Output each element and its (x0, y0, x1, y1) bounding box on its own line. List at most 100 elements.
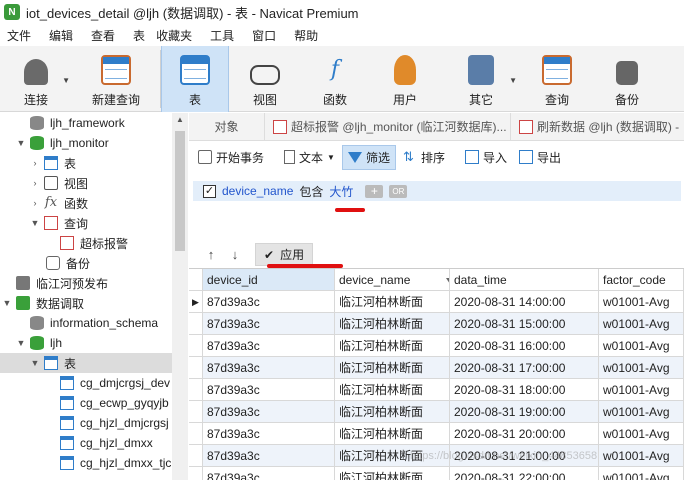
column-header-data-time[interactable]: data_time (450, 269, 599, 291)
function-button[interactable]: f 函数 (301, 46, 369, 112)
chevron-right-icon[interactable]: › (30, 158, 40, 168)
tree-item-connection-linjianghe[interactable]: 临江河预发布 (0, 273, 172, 293)
menu-favorites[interactable]: 收藏夹 (149, 27, 203, 44)
tree-item-backups[interactable]: 备份 (0, 253, 172, 273)
chevron-right-icon[interactable]: › (30, 198, 40, 208)
user-button[interactable]: 用户 (369, 46, 441, 112)
cell-data-time[interactable]: 2020-08-31 20:00:00 (450, 423, 599, 445)
table-button[interactable]: 表 (161, 46, 229, 112)
sidebar-scrollbar[interactable]: ▲ (172, 113, 188, 480)
menu-window[interactable]: 窗口 (245, 27, 287, 44)
connect-button[interactable]: ▼ 连接 (0, 46, 72, 112)
tree-item-ljh[interactable]: ▼ ljh (0, 333, 172, 353)
tree-item-table[interactable]: cg_hjzl_dmjcrgsj (0, 413, 172, 433)
tab-alarm-query[interactable]: 超标报警 @ljh_monitor (临江河数据库)... (265, 112, 511, 141)
row-marker[interactable] (189, 467, 203, 480)
cell-device-id[interactable]: 87d39a3c (203, 423, 335, 445)
table-row[interactable]: 87d39a3c 临江河柏林断面 2020-08-31 15:00:00 w01001… (189, 313, 684, 335)
chevron-down-icon[interactable]: ▼ (16, 138, 26, 148)
text-button[interactable]: 文本 ▼ (279, 146, 340, 169)
cell-device-id[interactable]: 87d39a3c (203, 335, 335, 357)
menu-table[interactable]: 表 (126, 27, 149, 44)
scrollbar-thumb[interactable] (175, 131, 185, 251)
new-query-button[interactable]: 新建查询 (72, 46, 160, 112)
cell-data-time[interactable]: 2020-08-31 19:00:00 (450, 401, 599, 423)
cell-device-name[interactable]: 临江河柏林断面 (335, 313, 450, 335)
filter-enabled-checkbox[interactable]: ✓ (203, 184, 216, 198)
cell-factor-code[interactable]: w01001-Avg (599, 291, 684, 313)
row-marker[interactable] (189, 379, 203, 401)
cell-device-id[interactable]: 87d39a3c (203, 357, 335, 379)
cell-device-id[interactable]: 87d39a3c (203, 401, 335, 423)
tree-item-ljh-tables[interactable]: ▼ 表 (0, 353, 172, 373)
cell-data-time[interactable]: 2020-08-31 18:00:00 (450, 379, 599, 401)
cell-device-name[interactable]: 临江河柏林断面 (335, 379, 450, 401)
cell-device-name[interactable]: 临江河柏林断面 (335, 401, 450, 423)
tree-item-information-schema[interactable]: information_schema (0, 313, 172, 333)
sort-button[interactable]: ⇅ 排序 (398, 146, 450, 169)
tab-refresh-data[interactable]: 刷新数据 @ljh (数据调取) - (511, 113, 684, 141)
cell-factor-code[interactable]: w01001-Avg (599, 357, 684, 379)
chevron-down-icon[interactable]: ▼ (30, 218, 40, 228)
tab-objects[interactable]: 对象 (189, 112, 265, 141)
cell-factor-code[interactable]: w01001-Avg (599, 423, 684, 445)
chevron-right-icon[interactable]: › (30, 178, 40, 188)
cell-device-id[interactable]: 87d39a3c (203, 467, 335, 480)
query-button[interactable]: 查询 (521, 46, 593, 112)
table-row[interactable]: 87d39a3c 临江河柏林断面 2020-08-31 19:00:00 w01001… (189, 401, 684, 423)
chevron-down-icon[interactable]: ▼ (30, 358, 40, 368)
table-row[interactable]: ▶ 87d39a3c 临江河柏林断面 2020-08-31 14:00:00 w0100… (189, 291, 684, 313)
tree-item-views[interactable]: › 视图 (0, 173, 172, 193)
tree-item-queries[interactable]: ▼ 查询 (0, 213, 172, 233)
tree-item-connection-data[interactable]: ▼ 数据调取 (0, 293, 172, 313)
tree-item-table[interactable]: cg_hjzl_dmxx (0, 433, 172, 453)
apply-button[interactable]: ✔ 应用 (255, 243, 314, 266)
cell-device-id[interactable]: 87d39a3c (203, 445, 335, 467)
chevron-down-icon[interactable]: ▼ (2, 298, 12, 308)
tree-item-alarm-query[interactable]: 超标报警 (0, 233, 172, 253)
begin-transaction-button[interactable]: 开始事务 (193, 146, 269, 169)
table-row[interactable]: 87d39a3c 临江河柏林断面 2020-08-31 16:00:00 w01001… (189, 335, 684, 357)
table-row[interactable]: 87d39a3c 临江河柏林断面 2020-08-31 20:00:00 w01001… (189, 423, 684, 445)
row-marker[interactable] (189, 401, 203, 423)
add-group-button[interactable]: OR (389, 184, 408, 198)
cell-device-name[interactable]: 临江河柏林断面 (335, 335, 450, 357)
row-marker[interactable] (189, 445, 203, 467)
cell-device-id[interactable]: 87d39a3c (203, 313, 335, 335)
scroll-up-icon[interactable]: ▲ (176, 115, 184, 124)
backup-button[interactable]: 备份 (593, 46, 661, 112)
table-row[interactable]: 87d39a3c 临江河柏林断面 2020-08-31 18:00:00 w01001… (189, 379, 684, 401)
menu-edit[interactable]: 编辑 (42, 27, 84, 44)
cell-data-time[interactable]: 2020-08-31 15:00:00 (450, 313, 599, 335)
chevron-down-icon[interactable]: ▼ (16, 338, 26, 348)
import-button[interactable]: 导入 (460, 146, 512, 169)
filter-button[interactable]: 筛选 (341, 144, 396, 170)
cell-factor-code[interactable]: w01001-Avg (599, 335, 684, 357)
cell-device-name[interactable]: 临江河柏林断面 (335, 467, 450, 480)
filter-field[interactable]: device_name (222, 184, 293, 198)
cell-factor-code[interactable]: w01001-Avg (599, 379, 684, 401)
menu-tools[interactable]: 工具 (203, 27, 245, 44)
cell-device-name[interactable]: 临江河柏林断面 (335, 423, 450, 445)
menu-help[interactable]: 帮助 (287, 27, 329, 44)
tree-item-ljh-framework[interactable]: ljh_framework (0, 113, 172, 133)
cell-device-name[interactable]: 临江河柏林断面 (335, 357, 450, 379)
cell-device-id[interactable]: 87d39a3c (203, 291, 335, 313)
cell-data-time[interactable]: 2020-08-31 17:00:00 (450, 357, 599, 379)
tree-item-ljh-monitor[interactable]: ▼ ljh_monitor (0, 133, 172, 153)
cell-device-id[interactable]: 87d39a3c (203, 379, 335, 401)
cell-factor-code[interactable]: w01001-Avg (599, 467, 684, 480)
cell-factor-code[interactable]: w01001-Avg (599, 313, 684, 335)
row-marker[interactable] (189, 423, 203, 445)
filter-value[interactable]: 大竹 (329, 183, 353, 200)
row-marker[interactable] (189, 357, 203, 379)
filter-operator[interactable]: 包含 (299, 183, 323, 200)
current-row-indicator-icon[interactable]: ▶ (189, 291, 203, 313)
tree-item-functions[interactable]: › fx 函数 (0, 193, 172, 213)
other-button[interactable]: ▼ 其它 (441, 46, 521, 112)
tree-item-table[interactable]: cg_ecwp_gyqyjb (0, 393, 172, 413)
tree-item-table[interactable]: cg_dmjcrgsj_dev (0, 373, 172, 393)
cell-data-time[interactable]: 2020-08-31 16:00:00 (450, 335, 599, 357)
menu-file[interactable]: 文件 (0, 27, 42, 44)
table-row[interactable]: 87d39a3c 临江河柏林断面 2020-08-31 17:00:00 w01001… (189, 357, 684, 379)
